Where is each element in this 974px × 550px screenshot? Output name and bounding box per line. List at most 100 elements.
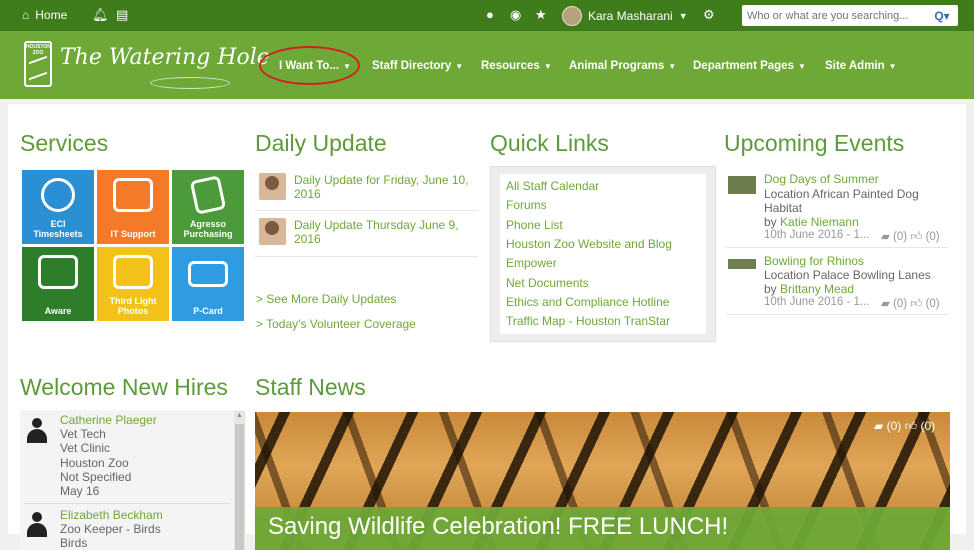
hire-detail: Houston Zoo [60,456,129,470]
like-icon: 👍︎ [910,231,923,243]
author-link[interactable]: Brittany Mead [780,282,854,296]
avatar [562,6,582,26]
event-thumbnail [728,259,756,269]
divider [24,503,230,504]
hire-detail: Not Specified [60,470,132,484]
tile-it-support[interactable]: IT Support [97,170,169,244]
quick-link[interactable]: Net Documents [506,276,589,290]
chevron-down-icon: ▼ [455,62,464,71]
see-more-daily-updates-link[interactable]: > See More Daily Updates [256,292,396,306]
comment-icon: ▰ [881,231,890,243]
event-location-cont: Habitat [764,201,803,215]
nav-animal-programs[interactable]: Animal Programs ▼ [569,60,676,72]
event-title-link[interactable]: Dog Days of Summer [764,172,879,186]
headset-icon [113,178,153,212]
hire-detail: Vet Clinic [60,441,111,455]
tile-eci-timesheets[interactable]: ECI Timesheets [22,170,94,244]
nav-department-pages[interactable]: Department Pages ▼ [693,60,806,72]
divider [255,256,478,257]
divider [726,314,948,315]
chevron-down-icon: ▼ [668,62,677,71]
volunteer-coverage-link[interactable]: > Today's Volunteer Coverage [256,317,416,331]
person-icon [24,416,50,446]
main-nav: HOUSTON ZOO The Watering Hole I Want To.… [0,31,974,99]
hire-name-link[interactable]: Elizabeth Beckham [60,508,163,522]
event-location: Location African Painted Dog [764,187,919,201]
like-icon: 👍︎ [904,419,918,433]
tile-agresso-purchasing[interactable]: Agresso Purchasing [172,170,244,244]
news-engagement: ▰ (0) 👍︎ (0) [874,419,936,433]
star-icon[interactable]: ★ [535,8,547,22]
daily-update-item[interactable]: Daily Update for Friday, June 10, 2016 [259,173,474,201]
eye-icon[interactable]: ◉ [510,8,521,22]
nav-site-admin[interactable]: Site Admin ▼ [825,60,897,72]
event-author: by Katie Niemann [764,215,859,229]
chevron-down-icon: ▼ [888,62,897,71]
chevron-down-icon: ▼ [678,11,688,21]
chevron-down-icon: ▼ [543,62,552,71]
daily-update-link[interactable]: Daily Update Thursday June 9, 2016 [294,218,474,246]
comment-icon: ▰ [881,298,890,310]
staff-news-title: Staff News [255,374,366,400]
quick-link[interactable]: Empower [506,256,557,270]
scrollbar-thumb[interactable] [235,424,244,550]
event-engagement: ▰ (0) 👍︎ (0) [881,298,940,310]
search-input[interactable] [742,6,928,25]
clipboard-icon [189,175,227,215]
author-photo [259,173,286,200]
highlight-circle [259,46,360,85]
like-icon: 👍︎ [910,298,923,310]
search-icon[interactable]: Q▾ [928,9,956,23]
top-bar: ⌂ Home 🔔︎ ▤ ● ◉ ★ Kara Masharani ▼ ⚙ Q▾ [0,0,974,31]
tile-aware[interactable]: Aware [22,247,94,321]
person-icon [24,510,50,540]
hire-detail: May 16 [60,484,100,498]
home-label: Home [35,8,68,22]
divider [255,210,478,211]
tile-p-card[interactable]: P-Card [172,247,244,321]
alert-icon[interactable]: ● [486,8,494,22]
author-photo [259,218,286,245]
hire-detail: Zoo Keeper - Birds [60,522,161,536]
site-title[interactable]: The Watering Hole [60,45,270,70]
credit-card-icon [188,261,228,287]
quick-link[interactable]: Ethics and Compliance Hotline [506,295,669,309]
event-date: 10th June 2016 - 1... [764,296,870,308]
home-link[interactable]: ⌂ Home [22,8,67,22]
quick-link[interactable]: Phone List [506,218,563,232]
tile-third-light-photos[interactable]: Third Light Photos [97,247,169,321]
author-link[interactable]: Katie Niemann [780,215,859,229]
event-date: 10th June 2016 - 1... [764,229,870,241]
chevron-down-icon: ▼ [797,62,806,71]
zoo-logo[interactable]: HOUSTON ZOO [24,41,52,87]
hire-name-link[interactable]: Catherine Plaeger [60,413,157,427]
event-thumbnail [728,176,756,194]
user-menu[interactable]: Kara Masharani ▼ [562,6,688,26]
home-icon: ⌂ [22,8,30,22]
quick-link[interactable]: Traffic Map - Houston TranStar [506,314,670,328]
quick-link[interactable]: Forums [506,198,547,212]
event-author: by Brittany Mead [764,282,855,296]
event-location: Location Palace Bowling Lanes [764,268,931,282]
tablet-icon [38,255,78,289]
quick-link[interactable]: Houston Zoo Website and Blog [506,237,672,251]
logo-swirl [150,77,230,89]
bell-icon[interactable]: 🔔︎ [92,8,109,22]
gear-icon[interactable]: ⚙ [703,8,715,22]
daily-update-title: Daily Update [255,130,387,156]
quick-links-title: Quick Links [490,130,609,156]
hire-detail: Birds [60,536,88,550]
nav-staff-directory[interactable]: Staff Directory ▼ [372,60,463,72]
news-headline-link[interactable]: Saving Wildlife Celebration! FREE LUNCH! [268,513,728,541]
daily-update-item[interactable]: Daily Update Thursday June 9, 2016 [259,218,474,246]
comment-icon: ▰ [874,419,884,433]
scroll-up-icon[interactable]: ▲ [236,412,243,419]
hire-detail: Vet Tech [60,427,106,441]
daily-update-link[interactable]: Daily Update for Friday, June 10, 2016 [294,173,474,201]
nav-resources[interactable]: Resources ▼ [481,60,552,72]
document-icon[interactable]: ▤ [116,8,128,22]
quick-link[interactable]: All Staff Calendar [506,179,599,193]
event-title-link[interactable]: Bowling for Rhinos [764,254,864,268]
logo-badge-text: HOUSTON ZOO [26,44,51,56]
welcome-new-hires-title: Welcome New Hires [20,374,228,400]
